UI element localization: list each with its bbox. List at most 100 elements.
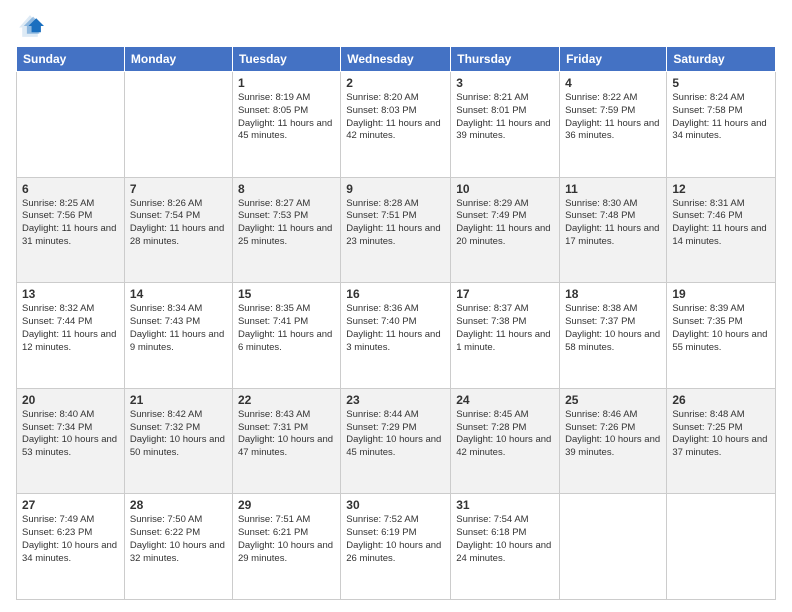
day-number: 26: [672, 393, 770, 407]
day-number: 15: [238, 287, 335, 301]
day-info: Sunrise: 8:30 AMSunset: 7:48 PMDaylight:…: [565, 198, 661, 249]
day-info: Sunrise: 8:42 AMSunset: 7:32 PMDaylight:…: [130, 409, 227, 460]
calendar-cell: 9 Sunrise: 8:28 AMSunset: 7:51 PMDaylight…: [341, 177, 451, 283]
day-info: Sunrise: 8:31 AMSunset: 7:46 PMDaylight:…: [672, 198, 770, 249]
day-number: 19: [672, 287, 770, 301]
day-number: 14: [130, 287, 227, 301]
header: [16, 12, 776, 40]
day-number: 9: [346, 182, 445, 196]
day-info: Sunrise: 7:50 AMSunset: 6:22 PMDaylight:…: [130, 514, 227, 565]
calendar-cell: 2 Sunrise: 8:20 AMSunset: 8:03 PMDaylight…: [341, 72, 451, 178]
logo-icon: [16, 12, 44, 40]
day-header-friday: Friday: [560, 47, 667, 72]
calendar-cell: 30 Sunrise: 7:52 AMSunset: 6:19 PMDayligh…: [341, 494, 451, 600]
calendar-cell: 31 Sunrise: 7:54 AMSunset: 6:18 PMDayligh…: [451, 494, 560, 600]
day-info: Sunrise: 8:26 AMSunset: 7:54 PMDaylight:…: [130, 198, 227, 249]
day-number: 5: [672, 76, 770, 90]
day-info: Sunrise: 8:35 AMSunset: 7:41 PMDaylight:…: [238, 303, 335, 354]
day-header-wednesday: Wednesday: [341, 47, 451, 72]
day-info: Sunrise: 8:37 AMSunset: 7:38 PMDaylight:…: [456, 303, 554, 354]
day-number: 21: [130, 393, 227, 407]
day-header-sunday: Sunday: [17, 47, 125, 72]
day-info: Sunrise: 8:22 AMSunset: 7:59 PMDaylight:…: [565, 92, 661, 143]
day-number: 17: [456, 287, 554, 301]
calendar-cell: 18 Sunrise: 8:38 AMSunset: 7:37 PMDayligh…: [560, 283, 667, 389]
day-number: 23: [346, 393, 445, 407]
calendar-cell: 11 Sunrise: 8:30 AMSunset: 7:48 PMDayligh…: [560, 177, 667, 283]
calendar-cell: [560, 494, 667, 600]
calendar-cell: [17, 72, 125, 178]
day-number: 29: [238, 498, 335, 512]
day-info: Sunrise: 8:38 AMSunset: 7:37 PMDaylight:…: [565, 303, 661, 354]
day-number: 13: [22, 287, 119, 301]
calendar-cell: 14 Sunrise: 8:34 AMSunset: 7:43 PMDayligh…: [124, 283, 232, 389]
calendar-cell: 7Sunrise: 8:26 AMSunset: 7:54 PMDaylight…: [124, 177, 232, 283]
day-number: 31: [456, 498, 554, 512]
calendar-cell: 22 Sunrise: 8:43 AMSunset: 7:31 PMDayligh…: [232, 388, 340, 494]
day-info: Sunrise: 8:44 AMSunset: 7:29 PMDaylight:…: [346, 409, 445, 460]
day-info: Sunrise: 8:28 AMSunset: 7:51 PMDaylight:…: [346, 198, 445, 249]
calendar-cell: 23 Sunrise: 8:44 AMSunset: 7:29 PMDayligh…: [341, 388, 451, 494]
day-header-saturday: Saturday: [667, 47, 776, 72]
day-info: Sunrise: 8:32 AMSunset: 7:44 PMDaylight:…: [22, 303, 119, 354]
calendar: SundayMondayTuesdayWednesdayThursdayFrid…: [16, 46, 776, 600]
calendar-cell: 1 Sunrise: 8:19 AMSunset: 8:05 PMDaylight…: [232, 72, 340, 178]
day-number: 4: [565, 76, 661, 90]
day-info: Sunrise: 8:39 AMSunset: 7:35 PMDaylight:…: [672, 303, 770, 354]
day-info: Sunrise: 8:24 AMSunset: 7:58 PMDaylight:…: [672, 92, 770, 143]
calendar-cell: [124, 72, 232, 178]
calendar-week-row: 20Sunrise: 8:40 AMSunset: 7:34 PMDayligh…: [17, 388, 776, 494]
day-info: Sunrise: 7:51 AMSunset: 6:21 PMDaylight:…: [238, 514, 335, 565]
calendar-cell: 16Sunrise: 8:36 AMSunset: 7:40 PMDayligh…: [341, 283, 451, 389]
day-info: Sunrise: 8:19 AMSunset: 8:05 PMDaylight:…: [238, 92, 335, 143]
day-number: 18: [565, 287, 661, 301]
day-number: 24: [456, 393, 554, 407]
calendar-cell: 29 Sunrise: 7:51 AMSunset: 6:21 PMDayligh…: [232, 494, 340, 600]
day-number: 8: [238, 182, 335, 196]
day-number: 1: [238, 76, 335, 90]
calendar-cell: 28 Sunrise: 7:50 AMSunset: 6:22 PMDayligh…: [124, 494, 232, 600]
day-number: 10: [456, 182, 554, 196]
calendar-cell: 21 Sunrise: 8:42 AMSunset: 7:32 PMDayligh…: [124, 388, 232, 494]
day-number: 2: [346, 76, 445, 90]
page: SundayMondayTuesdayWednesdayThursdayFrid…: [0, 0, 792, 612]
day-info: Sunrise: 8:45 AMSunset: 7:28 PMDaylight:…: [456, 409, 554, 460]
day-info: Sunrise: 8:48 AMSunset: 7:25 PMDaylight:…: [672, 409, 770, 460]
logo: [16, 12, 46, 40]
calendar-week-row: 1 Sunrise: 8:19 AMSunset: 8:05 PMDaylight…: [17, 72, 776, 178]
day-number: 25: [565, 393, 661, 407]
calendar-cell: [667, 494, 776, 600]
calendar-cell: 5 Sunrise: 8:24 AMSunset: 7:58 PMDaylight…: [667, 72, 776, 178]
day-number: 3: [456, 76, 554, 90]
day-info: Sunrise: 7:52 AMSunset: 6:19 PMDaylight:…: [346, 514, 445, 565]
day-number: 16: [346, 287, 445, 301]
calendar-cell: 25 Sunrise: 8:46 AMSunset: 7:26 PMDayligh…: [560, 388, 667, 494]
day-info: Sunrise: 7:54 AMSunset: 6:18 PMDaylight:…: [456, 514, 554, 565]
day-header-tuesday: Tuesday: [232, 47, 340, 72]
calendar-cell: 19 Sunrise: 8:39 AMSunset: 7:35 PMDayligh…: [667, 283, 776, 389]
day-number: 30: [346, 498, 445, 512]
day-info: Sunrise: 8:21 AMSunset: 8:01 PMDaylight:…: [456, 92, 554, 143]
calendar-cell: 10 Sunrise: 8:29 AMSunset: 7:49 PMDayligh…: [451, 177, 560, 283]
calendar-cell: 8 Sunrise: 8:27 AMSunset: 7:53 PMDaylight…: [232, 177, 340, 283]
day-info: Sunrise: 8:29 AMSunset: 7:49 PMDaylight:…: [456, 198, 554, 249]
calendar-cell: 17 Sunrise: 8:37 AMSunset: 7:38 PMDayligh…: [451, 283, 560, 389]
day-info: Sunrise: 8:34 AMSunset: 7:43 PMDaylight:…: [130, 303, 227, 354]
calendar-cell: 4 Sunrise: 8:22 AMSunset: 7:59 PMDaylight…: [560, 72, 667, 178]
day-number: 22: [238, 393, 335, 407]
day-header-monday: Monday: [124, 47, 232, 72]
day-number: 28: [130, 498, 227, 512]
calendar-cell: 15 Sunrise: 8:35 AMSunset: 7:41 PMDayligh…: [232, 283, 340, 389]
calendar-header-row: SundayMondayTuesdayWednesdayThursdayFrid…: [17, 47, 776, 72]
day-info: Sunrise: 8:20 AMSunset: 8:03 PMDaylight:…: [346, 92, 445, 143]
calendar-week-row: 27Sunrise: 7:49 AMSunset: 6:23 PMDayligh…: [17, 494, 776, 600]
day-number: 20: [22, 393, 119, 407]
day-info: Sunrise: 8:27 AMSunset: 7:53 PMDaylight:…: [238, 198, 335, 249]
day-info: Sunrise: 7:49 AMSunset: 6:23 PMDaylight:…: [22, 514, 119, 565]
day-number: 11: [565, 182, 661, 196]
day-info: Sunrise: 8:46 AMSunset: 7:26 PMDaylight:…: [565, 409, 661, 460]
calendar-cell: 26 Sunrise: 8:48 AMSunset: 7:25 PMDayligh…: [667, 388, 776, 494]
calendar-cell: 24 Sunrise: 8:45 AMSunset: 7:28 PMDayligh…: [451, 388, 560, 494]
day-header-thursday: Thursday: [451, 47, 560, 72]
day-info: Sunrise: 8:43 AMSunset: 7:31 PMDaylight:…: [238, 409, 335, 460]
